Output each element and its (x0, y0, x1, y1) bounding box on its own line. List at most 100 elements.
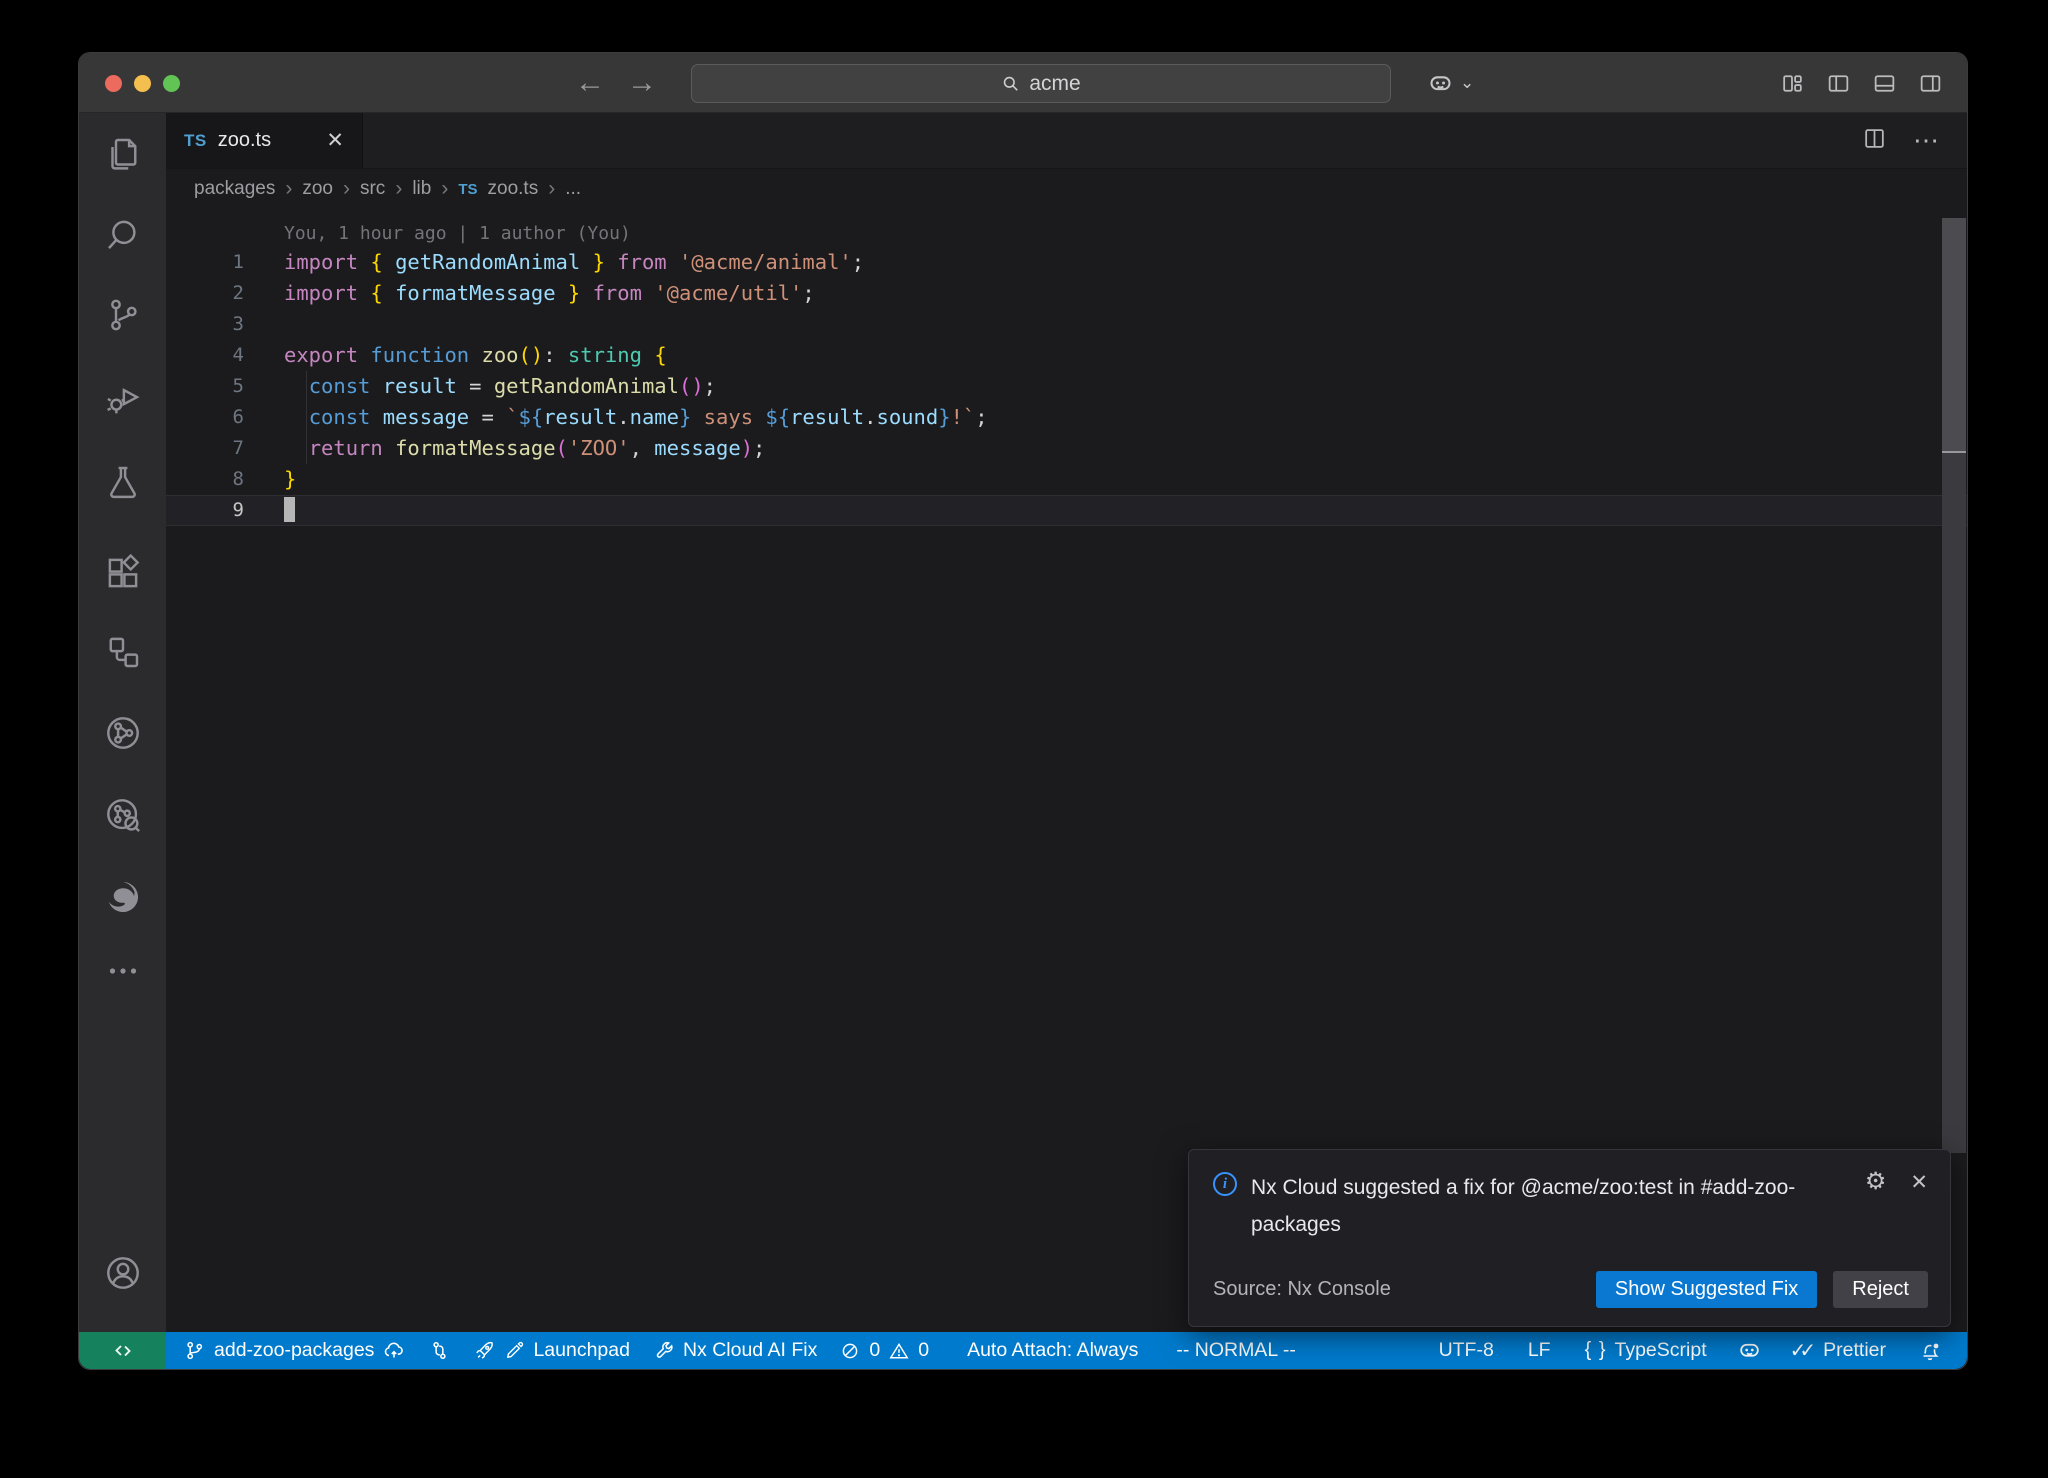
breadcrumb-separator: › (395, 177, 402, 201)
code-line[interactable]: 3 (166, 309, 1967, 340)
warning-count: 0 (918, 1339, 929, 1362)
breadcrumb-item[interactable]: src (360, 178, 385, 200)
nx-cloud-fix-status-item[interactable]: Nx Cloud AI Fix (641, 1339, 828, 1362)
testing-icon[interactable] (79, 452, 166, 512)
git-branch-icon (183, 1339, 206, 1362)
reject-button[interactable]: Reject (1833, 1271, 1928, 1308)
breadcrumb-separator: › (343, 177, 350, 201)
search-view-icon[interactable] (79, 205, 166, 265)
show-suggested-fix-button[interactable]: Show Suggested Fix (1596, 1271, 1817, 1308)
run-debug-icon[interactable] (79, 368, 166, 428)
tab-close-icon[interactable]: ✕ (326, 128, 344, 153)
back-icon[interactable]: ← (575, 68, 605, 98)
double-check-icon: ✓✓ (1790, 1338, 1810, 1363)
rocket-icon (473, 1339, 496, 1362)
editor-scrollbar-slider[interactable] (1942, 218, 1966, 453)
line-content: const message = `${result.name} says ${r… (244, 402, 988, 433)
encoding-status-item[interactable]: UTF-8 (1428, 1339, 1505, 1362)
line-content (244, 309, 284, 340)
toggle-secondary-sidebar-icon[interactable] (1918, 71, 1943, 96)
search-icon (1001, 74, 1020, 93)
vim-mode-status-item[interactable]: -- NORMAL -- (1165, 1339, 1307, 1362)
git-compare-status-item[interactable] (417, 1339, 462, 1362)
project-graph-icon[interactable] (79, 703, 166, 763)
line-content (244, 495, 295, 526)
language-status-item[interactable]: { } TypeScript (1574, 1339, 1718, 1362)
line-content: import { getRandomAnimal } from '@acme/a… (244, 247, 864, 278)
auto-attach-label: Auto Attach: Always (967, 1339, 1138, 1362)
status-bar-right: UTF-8 LF { } TypeScript ✓✓ Prettier (1428, 1338, 1967, 1363)
edge-tools-icon[interactable] (79, 867, 166, 927)
more-actions-icon[interactable]: ⋯ (1913, 125, 1941, 156)
vim-mode-label: -- NORMAL -- (1176, 1339, 1296, 1362)
toggle-panel-icon[interactable] (1872, 71, 1897, 96)
error-count: 0 (869, 1339, 880, 1362)
extensions-icon[interactable] (79, 543, 166, 603)
braces-icon: { } (1585, 1339, 1607, 1362)
problems-status-item[interactable]: 0 0 (828, 1339, 940, 1362)
code-line[interactable]: 5 const result = getRandomAnimal(); (166, 371, 1967, 402)
copilot-icon (1427, 70, 1454, 97)
formatter-label: Prettier (1823, 1339, 1886, 1362)
toggle-primary-sidebar-icon[interactable] (1826, 71, 1851, 96)
notifications-status-item[interactable] (1907, 1339, 1953, 1363)
notification-settings-gear-icon[interactable]: ⚙ (1865, 1170, 1887, 1194)
breadcrumb-separator: › (285, 177, 292, 201)
notification-message: Nx Cloud suggested a fix for @acme/zoo:t… (1251, 1170, 1821, 1244)
notification-source: Source: Nx Console (1213, 1278, 1391, 1301)
git-compare-icon (428, 1339, 451, 1362)
command-center-search[interactable]: acme (691, 64, 1391, 103)
forward-icon[interactable]: → (627, 68, 657, 98)
remote-indicator[interactable] (79, 1332, 166, 1369)
line-number: 2 (166, 278, 244, 309)
breadcrumb-item[interactable]: zoo (302, 178, 333, 200)
zoom-window-button[interactable] (163, 75, 180, 92)
code-line[interactable]: 6 const message = `${result.name} says $… (166, 402, 1967, 433)
code-line[interactable]: 1import { getRandomAnimal } from '@acme/… (166, 247, 1967, 278)
code-line[interactable]: 7 return formatMessage('ZOO', message); (166, 433, 1967, 464)
breadcrumb-item[interactable]: zoo.ts (488, 178, 539, 200)
notification-close-icon[interactable]: ✕ (1910, 1172, 1928, 1193)
breadcrumb-separator: › (548, 177, 555, 201)
notification-toast: i Nx Cloud suggested a fix for @acme/zoo… (1188, 1149, 1951, 1327)
wrench-icon (652, 1339, 675, 1362)
code-line[interactable]: 9 (166, 495, 1967, 526)
line-number: 3 (166, 309, 244, 340)
source-control-icon[interactable] (79, 285, 166, 345)
launchpad-label: Launchpad (533, 1339, 630, 1362)
nx-console-icon[interactable] (79, 622, 166, 682)
copilot-status-item[interactable] (1726, 1338, 1773, 1363)
code-line[interactable]: 8} (166, 464, 1967, 495)
editor-scrollbar-track[interactable] (1942, 453, 1966, 1153)
code-editor[interactable]: You, 1 hour ago | 1 author (You) 1import… (166, 209, 1967, 526)
more-views-icon[interactable] (79, 941, 166, 1001)
line-content: const result = getRandomAnimal(); (244, 371, 716, 402)
copilot-menu[interactable]: ⌄ (1427, 53, 1474, 113)
info-icon: i (1213, 1172, 1237, 1196)
tab-zoo-ts[interactable]: TS zoo.ts ✕ (166, 113, 363, 168)
customize-layout-icon[interactable] (1780, 71, 1805, 96)
accounts-icon[interactable] (79, 1243, 166, 1303)
remote-icon (111, 1339, 135, 1363)
split-editor-icon[interactable] (1862, 126, 1887, 156)
tab-bar: TS zoo.ts ✕ ⋯ (166, 113, 1967, 169)
breadcrumb-item[interactable]: ... (565, 178, 581, 200)
project-details-icon[interactable] (79, 785, 166, 845)
warning-triangle-icon (888, 1340, 910, 1362)
auto-attach-status-item[interactable]: Auto Attach: Always (956, 1339, 1149, 1362)
breadcrumb-item[interactable]: lib (412, 178, 431, 200)
indent-guide (306, 371, 307, 464)
eol-status-item[interactable]: LF (1517, 1339, 1562, 1362)
launchpad-status-item[interactable]: Launchpad (462, 1339, 641, 1362)
minimize-window-button[interactable] (134, 75, 151, 92)
formatter-status-item[interactable]: ✓✓ Prettier (1779, 1338, 1897, 1363)
eol-label: LF (1528, 1339, 1551, 1362)
code-line[interactable]: 4export function zoo(): string { (166, 340, 1967, 371)
close-window-button[interactable] (105, 75, 122, 92)
branch-status-item[interactable]: add-zoo-packages (172, 1339, 417, 1363)
explorer-icon[interactable] (79, 124, 166, 184)
code-line[interactable]: 2import { formatMessage } from '@acme/ut… (166, 278, 1967, 309)
typescript-file-icon: TS (184, 131, 207, 151)
nx-cloud-fix-label: Nx Cloud AI Fix (683, 1339, 817, 1362)
breadcrumb-item[interactable]: packages (194, 178, 275, 200)
